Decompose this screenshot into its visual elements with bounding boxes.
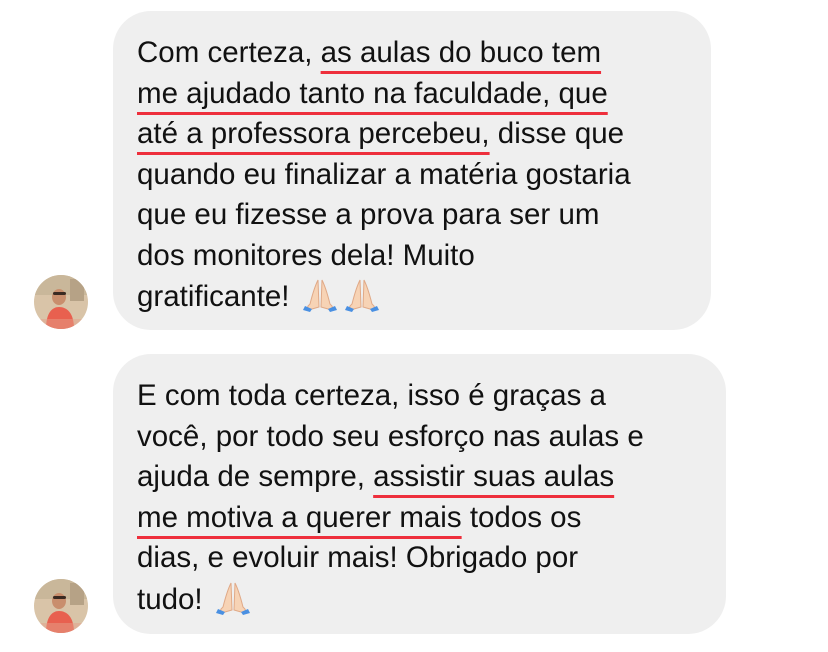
avatar-photo [34, 579, 88, 633]
folded-hands-icon [302, 279, 337, 312]
message-bubble[interactable]: E com toda certeza, isso é graças a você… [113, 354, 726, 634]
avatar-photo [34, 275, 88, 329]
folded-hands-icon [215, 582, 250, 615]
avatar[interactable] [34, 579, 88, 633]
folded-hands-icon [344, 279, 379, 312]
message-bubble[interactable]: Com certeza, as aulas do buco tem me aju… [113, 11, 711, 330]
message-text: E com toda certeza, isso é graças a você… [137, 376, 696, 620]
message-text-segment: Com certeza, [137, 36, 321, 69]
message-text: Com certeza, as aulas do buco tem me aju… [137, 33, 681, 318]
avatar[interactable] [34, 275, 88, 329]
